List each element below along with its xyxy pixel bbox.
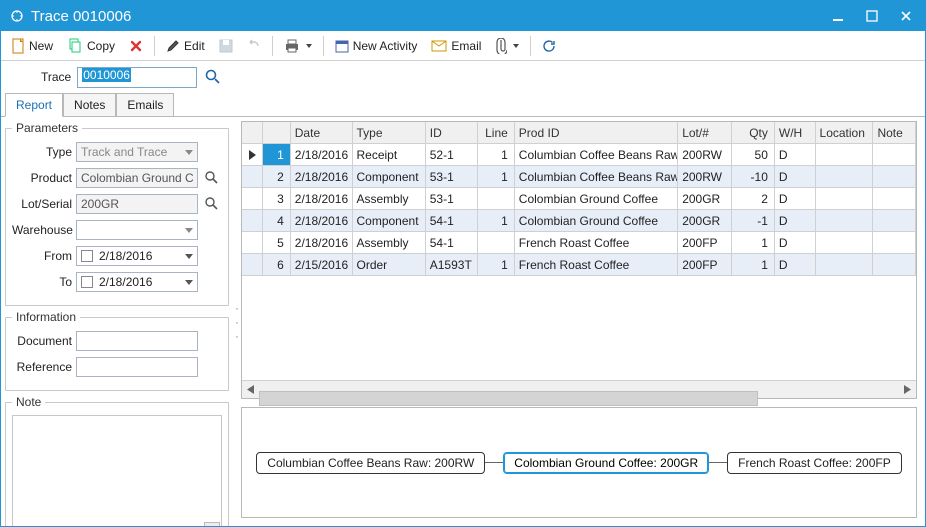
- col-wh[interactable]: W/H: [775, 122, 816, 144]
- type-select[interactable]: Track and Trace: [76, 142, 198, 162]
- parameters-legend: Parameters: [12, 121, 82, 135]
- edit-button[interactable]: Edit: [160, 35, 211, 57]
- tab-notes[interactable]: Notes: [63, 93, 116, 116]
- reference-label: Reference: [12, 360, 72, 374]
- note-legend: Note: [12, 395, 45, 409]
- new-activity-label: New Activity: [353, 39, 418, 53]
- checkbox-icon[interactable]: [81, 250, 93, 262]
- to-label: To: [12, 275, 72, 289]
- col-line[interactable]: Line: [478, 122, 515, 144]
- lotserial-input[interactable]: [76, 194, 198, 214]
- col-note[interactable]: Note: [873, 122, 916, 144]
- window-title: Trace 0010006: [31, 8, 821, 25]
- col-id[interactable]: ID: [426, 122, 478, 144]
- col-prod[interactable]: Prod ID: [515, 122, 678, 144]
- grid-h-scrollbar[interactable]: [242, 380, 916, 398]
- grid-body[interactable]: 12/18/2016Receipt52-11Columbian Coffee B…: [242, 144, 916, 380]
- document-input[interactable]: [76, 331, 198, 351]
- print-button[interactable]: [278, 35, 318, 57]
- product-lookup-button[interactable]: [202, 168, 222, 188]
- scroll-right-icon[interactable]: [899, 381, 916, 398]
- information-group: Information Document Reference: [5, 310, 229, 391]
- email-button[interactable]: Email: [425, 35, 487, 57]
- trace-value: 0010006: [82, 68, 131, 82]
- document-label: Document: [12, 334, 72, 348]
- refresh-button[interactable]: [536, 35, 562, 57]
- note-group: Note: [5, 395, 229, 526]
- connector: [709, 462, 727, 463]
- new-button[interactable]: New: [5, 34, 59, 58]
- diagram-node[interactable]: Columbian Coffee Beans Raw: 200RW: [256, 452, 485, 474]
- new-label: New: [29, 39, 53, 53]
- note-scrollbar[interactable]: [204, 522, 220, 526]
- product-label: Product: [12, 171, 72, 185]
- from-date[interactable]: 2/18/2016: [76, 246, 198, 266]
- titlebar[interactable]: Trace 0010006: [1, 1, 925, 31]
- vertical-splitter[interactable]: ···: [233, 117, 241, 526]
- table-row[interactable]: 32/18/2016Assembly53-1Colombian Ground C…: [242, 188, 916, 210]
- results-grid[interactable]: Date Type ID Line Prod ID Lot/# Qty W/H …: [241, 121, 917, 399]
- from-label: From: [12, 249, 72, 263]
- maximize-button[interactable]: [855, 3, 889, 29]
- col-lot[interactable]: Lot/#: [678, 122, 732, 144]
- trace-diagram[interactable]: Columbian Coffee Beans Raw: 200RW Colombi…: [241, 407, 917, 518]
- edit-label: Edit: [184, 39, 205, 53]
- grid-header: Date Type ID Line Prod ID Lot/# Qty W/H …: [242, 122, 916, 144]
- caret-down-icon: [306, 44, 312, 48]
- parameters-group: Parameters Type Track and Trace Product …: [5, 121, 229, 306]
- close-button[interactable]: [889, 3, 923, 29]
- attachment-button[interactable]: [489, 34, 525, 58]
- right-pane: Date Type ID Line Prod ID Lot/# Qty W/H …: [241, 117, 925, 526]
- product-input[interactable]: [76, 168, 198, 188]
- diagram-node[interactable]: French Roast Coffee: 200FP: [727, 452, 902, 474]
- scroll-left-icon[interactable]: [242, 381, 259, 398]
- window-controls: [821, 3, 923, 29]
- reference-input[interactable]: [76, 357, 198, 377]
- col-type[interactable]: Type: [353, 122, 426, 144]
- main-area: Parameters Type Track and Trace Product …: [1, 117, 925, 526]
- copy-button[interactable]: Copy: [61, 34, 121, 58]
- trace-lookup-button[interactable]: [203, 67, 223, 87]
- email-label: Email: [451, 39, 481, 53]
- col-date[interactable]: Date: [291, 122, 353, 144]
- trace-row: Trace 0010006: [1, 61, 925, 93]
- trace-label: Trace: [41, 70, 71, 84]
- tab-report[interactable]: Report: [5, 93, 63, 117]
- information-legend: Information: [12, 310, 80, 324]
- note-textarea[interactable]: [12, 415, 222, 526]
- table-row[interactable]: 42/18/2016Component54-11Colombian Ground…: [242, 210, 916, 232]
- scroll-up-icon[interactable]: [204, 522, 220, 526]
- minimize-button[interactable]: [821, 3, 855, 29]
- save-button[interactable]: [213, 35, 239, 57]
- diagram-node[interactable]: Colombian Ground Coffee: 200GR: [503, 452, 709, 474]
- app-icon: [9, 8, 25, 24]
- scroll-thumb[interactable]: [259, 391, 758, 406]
- type-label: Type: [12, 145, 72, 159]
- toolbar: New Copy Edit New Activity: [1, 31, 925, 61]
- warehouse-label: Warehouse: [12, 223, 72, 237]
- table-row[interactable]: 62/15/2016OrderA1593T1French Roast Coffe…: [242, 254, 916, 276]
- table-row[interactable]: 22/18/2016Component53-11Columbian Coffee…: [242, 166, 916, 188]
- warehouse-select[interactable]: [76, 220, 198, 240]
- left-pane: Parameters Type Track and Trace Product …: [1, 117, 233, 526]
- copy-label: Copy: [87, 39, 115, 53]
- col-loc[interactable]: Location: [816, 122, 874, 144]
- table-row[interactable]: 52/18/2016Assembly54-1French Roast Coffe…: [242, 232, 916, 254]
- table-row[interactable]: 12/18/2016Receipt52-11Columbian Coffee B…: [242, 144, 916, 166]
- lotserial-lookup-button[interactable]: [202, 194, 222, 214]
- caret-down-icon: [513, 44, 519, 48]
- new-activity-button[interactable]: New Activity: [329, 35, 424, 57]
- checkbox-icon[interactable]: [81, 276, 93, 288]
- trace-input[interactable]: 0010006: [77, 67, 197, 88]
- col-qty[interactable]: Qty: [732, 122, 775, 144]
- connector: [485, 462, 503, 463]
- delete-button[interactable]: [123, 35, 149, 57]
- to-date[interactable]: 2/18/2016: [76, 272, 198, 292]
- trace-window: Trace 0010006 New Copy Edit: [0, 0, 926, 527]
- tabstrip: Report Notes Emails: [1, 93, 925, 117]
- lotserial-label: Lot/Serial: [12, 197, 72, 211]
- tab-emails[interactable]: Emails: [116, 93, 174, 116]
- undo-button[interactable]: [241, 35, 267, 57]
